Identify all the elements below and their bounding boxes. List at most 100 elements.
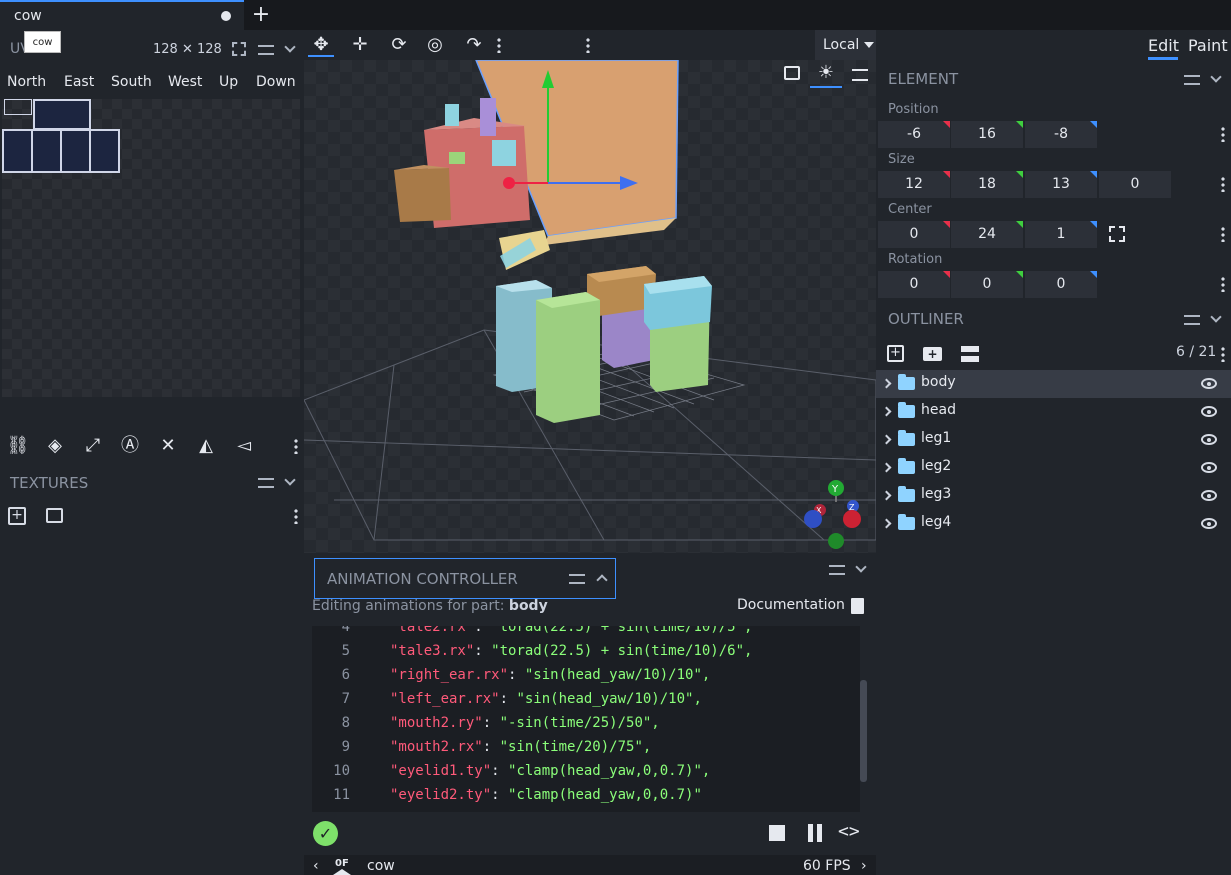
position-z-input[interactable]: -8 — [1025, 121, 1097, 148]
collapse-chevron-icon[interactable] — [284, 474, 296, 486]
pause-button[interactable] — [806, 824, 824, 842]
expand-arrow-icon[interactable] — [881, 406, 892, 417]
code-line[interactable]: 6 "right_ear.rx": "sin(head_yaw/10)/10", — [312, 665, 860, 689]
outliner-item-leg3[interactable]: leg3 — [876, 482, 1231, 510]
fullscreen-icon[interactable] — [232, 42, 246, 56]
panel-menu-icon[interactable] — [1184, 315, 1200, 325]
orientation-gizmo[interactable]: Y Z X — [804, 480, 861, 549]
rotation-more-icon[interactable] — [1221, 276, 1225, 292]
outliner-item-head[interactable]: head — [876, 398, 1231, 426]
background-image-icon[interactable] — [784, 66, 800, 80]
face-tab-west[interactable]: West — [168, 74, 202, 90]
next-arrow-icon[interactable]: › — [861, 858, 867, 874]
face-tab-north[interactable]: North — [7, 74, 46, 90]
animation-controller-header[interactable]: ANIMATION CONTROLLER — [314, 558, 616, 599]
viewport-menu-icon[interactable] — [852, 69, 868, 81]
mode-tab-edit[interactable]: Edit — [1148, 36, 1179, 55]
outliner-item-leg2[interactable]: leg2 — [876, 454, 1231, 482]
transform-space-select[interactable]: Local — [815, 30, 881, 60]
center-y-input[interactable]: 24 — [951, 221, 1023, 248]
code-line[interactable]: 10 "eyelid1.ty": "clamp(head_yaw,0,0.7)", — [312, 761, 860, 785]
code-line[interactable]: 4 "tale2.rx": "torad(22.5) + sin(time/10)… — [312, 626, 860, 641]
panel-menu-icon[interactable] — [1184, 75, 1200, 85]
documentation-link[interactable]: Documentation — [737, 597, 864, 614]
uv-face-north[interactable] — [31, 129, 62, 173]
leg-cubes[interactable] — [496, 266, 712, 423]
uv-face-east[interactable] — [60, 129, 91, 173]
mirror-y-icon[interactable]: ◅ — [232, 434, 256, 458]
expand-arrow-icon[interactable] — [881, 378, 892, 389]
outliner-item-leg4[interactable]: leg4 — [876, 510, 1231, 538]
rotation-y-input[interactable]: 0 — [951, 271, 1023, 298]
face-tab-up[interactable]: Up — [219, 74, 238, 90]
inflate-input[interactable]: 0 — [1099, 171, 1171, 198]
uv-editor-canvas[interactable] — [2, 99, 300, 397]
unsaved-dot-icon[interactable] — [221, 11, 231, 21]
position-more-icon[interactable] — [1221, 126, 1225, 142]
playhead-icon[interactable] — [333, 869, 351, 875]
visibility-eye-icon[interactable] — [1201, 462, 1217, 473]
code-line[interactable]: 7 "left_ear.rx": "sin(head_yaw/10)/10", — [312, 689, 860, 713]
code-line[interactable]: 11 "eyelid2.ty": "clamp(head_yaw,0,0.7)" — [312, 785, 860, 809]
collapse-all-icon[interactable] — [961, 346, 979, 362]
paint-bucket-icon[interactable]: ◈ — [43, 434, 67, 458]
vertex-snap-icon[interactable]: ↷ — [461, 33, 487, 57]
size-x-input[interactable]: 12 — [878, 171, 950, 198]
expand-arrow-icon[interactable] — [881, 462, 892, 473]
size-more-icon[interactable] — [1221, 176, 1225, 192]
move-tool-icon[interactable]: ✥ — [308, 33, 334, 57]
panel-menu-icon[interactable] — [829, 565, 845, 575]
panel-menu-icon[interactable] — [569, 574, 585, 584]
more-options-icon[interactable] — [294, 508, 298, 524]
rotate-tool-icon[interactable]: ⟳ — [386, 33, 412, 57]
uv-size-label[interactable]: 128 ✕ 128 — [153, 42, 222, 57]
center-z-input[interactable]: 1 — [1025, 221, 1097, 248]
panel-menu-icon[interactable] — [258, 478, 274, 488]
visibility-eye-icon[interactable] — [1201, 518, 1217, 529]
stop-button[interactable] — [769, 825, 785, 841]
uv-face-west[interactable] — [2, 129, 33, 173]
maximize-uv-icon[interactable]: ⤢ — [81, 434, 105, 458]
code-line[interactable]: 8 "mouth2.ry": "-sin(time/25)/50", — [312, 713, 860, 737]
collapse-chevron-icon[interactable] — [284, 41, 296, 53]
collapse-chevron-icon[interactable] — [596, 574, 608, 586]
add-cube-icon[interactable]: + — [887, 345, 904, 362]
visibility-eye-icon[interactable] — [1201, 378, 1217, 389]
code-editor[interactable]: 4 "tale2.rx": "torad(22.5) + sin(time/10)… — [312, 626, 860, 812]
3d-viewport[interactable]: Y Z X ☀ — [304, 60, 876, 553]
more-options-icon[interactable] — [586, 37, 590, 53]
code-line[interactable]: 9 "mouth2.rx": "sin(time/20)/75", — [312, 737, 860, 761]
position-x-input[interactable]: -6 — [878, 121, 950, 148]
face-tab-down[interactable]: Down — [256, 74, 296, 90]
center-more-icon[interactable] — [1221, 226, 1225, 242]
fps-label[interactable]: 60 FPS — [803, 858, 851, 874]
center-x-input[interactable]: 0 — [878, 221, 950, 248]
face-tab-east[interactable]: East — [64, 74, 94, 90]
panel-menu-icon[interactable] — [258, 45, 274, 55]
add-texture-icon[interactable]: + — [8, 507, 26, 525]
import-texture-icon[interactable] — [46, 508, 63, 523]
new-tab-button[interactable]: + — [250, 2, 272, 27]
outliner-item-leg1[interactable]: leg1 — [876, 426, 1231, 454]
face-tab-south[interactable]: South — [111, 74, 152, 90]
position-y-input[interactable]: 16 — [951, 121, 1023, 148]
visibility-eye-icon[interactable] — [1201, 434, 1217, 445]
tab-cow[interactable]: cow — [0, 0, 244, 30]
clear-uv-icon[interactable]: ✕ — [156, 434, 180, 458]
link-icon[interactable]: ⛓ — [6, 434, 30, 458]
more-options-icon[interactable] — [294, 438, 298, 454]
prev-arrow-icon[interactable]: ‹ — [313, 858, 319, 874]
resize-tool-icon[interactable]: ✛ — [347, 33, 373, 57]
code-line[interactable]: 5 "tale3.rx": "torad(22.5) + sin(time/10)… — [312, 641, 860, 665]
visibility-eye-icon[interactable] — [1201, 406, 1217, 417]
visibility-eye-icon[interactable] — [1201, 490, 1217, 501]
expand-arrow-icon[interactable] — [881, 490, 892, 501]
expand-arrow-icon[interactable] — [881, 518, 892, 529]
outliner-more-icon[interactable] — [1221, 346, 1225, 362]
code-scrollbar[interactable] — [860, 680, 867, 782]
size-z-input[interactable]: 13 — [1025, 171, 1097, 198]
mode-tab-paint[interactable]: Paint — [1188, 36, 1228, 55]
add-group-icon[interactable]: + — [923, 347, 942, 361]
uv-face-top[interactable] — [33, 99, 91, 130]
outliner-item-body[interactable]: body — [876, 370, 1231, 398]
